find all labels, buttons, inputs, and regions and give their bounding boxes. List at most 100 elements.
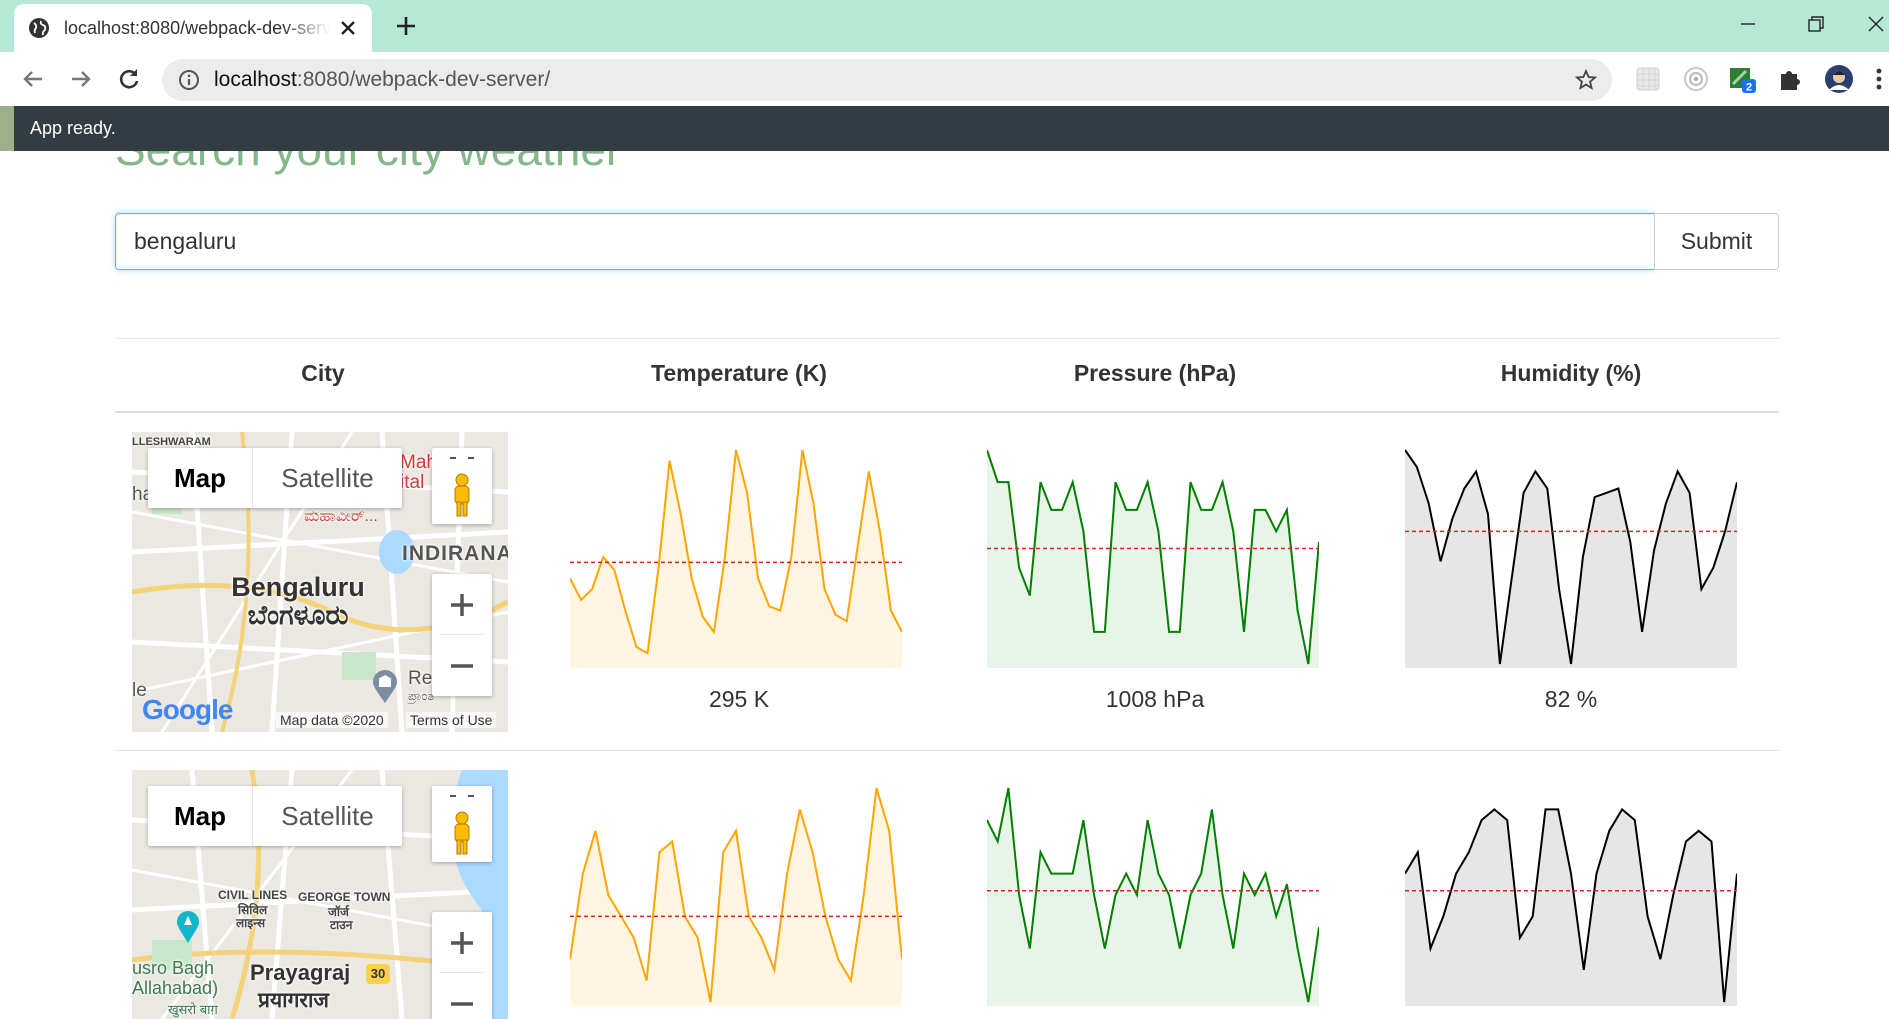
humidity-chart-row-2 xyxy=(1405,784,1737,1006)
extension-grid-icon[interactable] xyxy=(1634,65,1662,93)
map-label-re-local: ಪ್ರಾಂತ xyxy=(408,688,435,703)
pegman-icon xyxy=(450,457,474,517)
tab-title: localhost:8080/webpack-dev-server/ xyxy=(64,17,330,38)
header-humidity: Humidity (%) xyxy=(1500,360,1642,386)
google-logo-text: Google xyxy=(142,694,233,725)
sparkline-area xyxy=(570,450,902,668)
map-type-satellite-button[interactable]: Satellite xyxy=(252,448,402,508)
table-top-border xyxy=(115,338,1779,339)
plus-icon xyxy=(451,931,473,954)
extension-sheets-icon[interactable]: 2 xyxy=(1728,65,1756,93)
tab-active[interactable]: localhost:8080/webpack-dev-server/ xyxy=(14,4,372,52)
humidity-value-row-1: 82 % xyxy=(1544,686,1598,712)
table-row-divider xyxy=(115,750,1779,751)
reload-icon[interactable] xyxy=(114,64,144,94)
info-icon[interactable] xyxy=(178,69,200,91)
extension-target-icon[interactable] xyxy=(1682,65,1710,93)
map-label-khusro-bagh: usro Bagh xyxy=(132,958,215,978)
sparkline-area xyxy=(1405,450,1737,668)
map-label-george-town: GEORGE TOWN xyxy=(298,890,391,904)
pressure-sparkline xyxy=(987,787,1319,1006)
city-map-prayagraj[interactable]: CIVIL LINES सिविल लाइन्स GEORGE TOWN जॉर… xyxy=(132,770,508,1019)
header-pressure: Pressure (hPa) xyxy=(1073,360,1237,386)
header-temperature: Temperature (K) xyxy=(651,360,827,386)
pressure-chart-row-1 xyxy=(987,446,1319,668)
map-type-map-button[interactable]: Map xyxy=(148,786,252,846)
zoom-divider xyxy=(440,972,484,973)
table-header-border xyxy=(115,411,1779,413)
map-label-khusro-bagh-hi: खुसरो बाग़ xyxy=(168,1002,218,1017)
zoom-out-button[interactable] xyxy=(432,973,492,1019)
temperature-chart-row-2 xyxy=(570,784,902,1006)
zoom-in-button[interactable] xyxy=(432,912,492,973)
humidity-sparkline xyxy=(1405,449,1737,668)
submit-button[interactable]: Submit xyxy=(1654,213,1779,270)
browser-toolbar: localhost:8080/webpack-dev-server/ 2 xyxy=(0,52,1889,106)
sparkline-area xyxy=(987,788,1319,1006)
zoom-control xyxy=(432,912,492,1019)
tab-strip: localhost:8080/webpack-dev-server/ xyxy=(0,0,1889,52)
map-label-town-hi: टाउन xyxy=(330,918,353,932)
temperature-sparkline xyxy=(570,449,902,668)
map-type-map-button[interactable]: Map xyxy=(148,448,252,508)
map-city-name: Bengaluru xyxy=(231,572,365,602)
city-search-input[interactable] xyxy=(115,213,1655,270)
map-label-indiranagar: INDIRANA xyxy=(402,542,508,565)
bookmark-star-icon[interactable] xyxy=(1574,68,1598,92)
map-city-name: Prayagraj xyxy=(250,960,351,985)
map-label-lines-hi: लाइन्स xyxy=(236,916,266,930)
url-path: :8080/webpack-dev-server/ xyxy=(296,68,551,91)
map-label-civil-lines: CIVIL LINES xyxy=(218,888,288,902)
map-label-mahaveer: ಮಹಾವೀರ್... xyxy=(304,508,378,525)
terms-of-use-link[interactable]: Terms of Use xyxy=(406,712,497,728)
minus-icon xyxy=(451,663,473,668)
street-view-pegman-icon[interactable] xyxy=(432,448,492,524)
pressure-chart-row-2 xyxy=(987,784,1319,1006)
place-pin-icon[interactable] xyxy=(176,910,200,944)
map-label-allahabad: Allahabad) xyxy=(132,978,219,998)
highway-shield-30: 30 xyxy=(366,964,390,984)
map-label-re: Re xyxy=(408,668,433,689)
url-host: localhost xyxy=(214,68,297,91)
google-logo[interactable]: Google xyxy=(142,694,233,726)
humidity-chart-row-1 xyxy=(1405,446,1737,668)
sparkline-area xyxy=(987,450,1319,668)
pressure-value-row-1: 1008 hPa xyxy=(1105,686,1205,712)
map-type-control: Map Satellite xyxy=(148,786,402,846)
map-label-lleshwaram: LLESHWARAM xyxy=(132,436,211,448)
address-bar[interactable]: localhost:8080/webpack-dev-server/ xyxy=(162,59,1612,101)
sparkline-area xyxy=(1405,809,1737,1006)
street-view-pegman-icon[interactable] xyxy=(432,786,492,862)
minus-icon xyxy=(451,1001,473,1006)
globe-icon xyxy=(29,18,49,38)
zoom-out-button[interactable] xyxy=(432,635,492,696)
close-window-icon[interactable] xyxy=(1862,10,1889,38)
zoom-control xyxy=(432,574,492,696)
temperature-chart-row-1 xyxy=(570,446,902,668)
museum-pin-icon[interactable] xyxy=(372,670,398,704)
extensions-puzzle-icon[interactable] xyxy=(1776,65,1804,93)
map-attribution: Map data ©2020 xyxy=(276,712,388,728)
close-tab-icon[interactable] xyxy=(336,16,360,40)
url-text: localhost:8080/webpack-dev-server/ xyxy=(214,68,550,92)
map-type-satellite-button[interactable]: Satellite xyxy=(252,786,402,846)
new-tab-icon[interactable] xyxy=(392,12,420,40)
back-arrow-icon[interactable] xyxy=(18,64,48,94)
map-city-name-local: ಬೆಂಗಳೂರು xyxy=(247,600,349,630)
status-notice: App ready. xyxy=(0,106,1889,151)
temperature-value-row-1: 295 K xyxy=(708,686,770,712)
humidity-sparkline xyxy=(1405,807,1737,1006)
pegman-icon xyxy=(450,795,474,855)
temperature-sparkline xyxy=(570,787,902,1006)
pressure-sparkline xyxy=(987,449,1319,668)
zoom-in-button[interactable] xyxy=(432,574,492,635)
map-type-control: Map Satellite xyxy=(148,448,402,508)
map-city-name-local: प्रयागराज xyxy=(258,989,330,1012)
restore-icon[interactable] xyxy=(1802,10,1830,38)
city-map-bengaluru[interactable]: LLESHWARAM Mah ital ಮಹಾವೀರ್... INDIRANA … xyxy=(132,432,508,732)
minimize-icon[interactable] xyxy=(1734,10,1762,38)
menu-kebab-icon[interactable] xyxy=(1872,65,1886,93)
forward-arrow-icon[interactable] xyxy=(66,64,96,94)
extension-badge: 2 xyxy=(1746,82,1752,94)
profile-avatar-icon[interactable] xyxy=(1824,64,1854,94)
